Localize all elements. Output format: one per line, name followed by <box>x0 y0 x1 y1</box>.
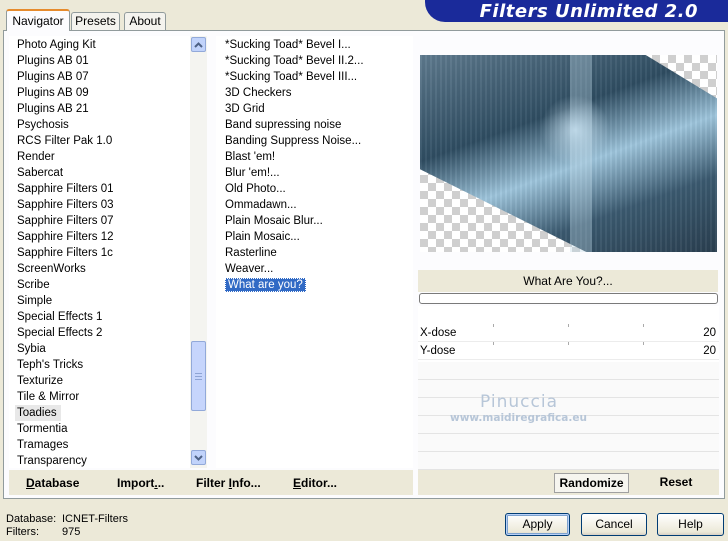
category-item[interactable]: Tramages <box>15 437 190 453</box>
scroll-up-button[interactable] <box>191 37 206 52</box>
category-item[interactable]: Psychosis <box>15 117 190 133</box>
param-name: Y-dose <box>420 345 456 357</box>
category-item[interactable]: Texturize <box>15 373 190 389</box>
category-item[interactable]: Special Effects 1 <box>15 309 190 325</box>
filter-item[interactable]: Banding Suppress Noise... <box>223 133 413 149</box>
category-item[interactable]: Sybia <box>15 341 190 357</box>
param-value: 20 <box>703 345 716 357</box>
filter-item[interactable]: Blur 'em!... <box>223 165 413 181</box>
filter-preview <box>420 55 717 252</box>
param-row-x-dose[interactable]: X-dose 20 <box>418 324 719 342</box>
filter-name-label: What Are You?... <box>418 270 718 292</box>
filter-item[interactable]: Old Photo... <box>223 181 413 197</box>
category-item[interactable]: Tile & Mirror <box>15 389 190 405</box>
category-item[interactable]: Plugins AB 07 <box>15 69 190 85</box>
randomize-button[interactable]: Randomize <box>554 473 629 493</box>
database-button[interactable]: Database <box>26 476 79 490</box>
scroll-down-button[interactable] <box>191 450 206 465</box>
category-item[interactable]: Special Effects 2 <box>15 325 190 341</box>
status-database: Database: ICNET-Filters <box>6 513 128 525</box>
param-value: 20 <box>703 327 716 339</box>
param-name: X-dose <box>420 327 457 339</box>
category-item[interactable]: Photo Aging Kit <box>15 37 190 53</box>
category-item[interactable]: Plugins AB 01 <box>15 53 190 69</box>
category-item[interactable]: Scribe <box>15 277 190 293</box>
filter-item[interactable]: Plain Mosaic Blur... <box>223 213 413 229</box>
tab-presets[interactable]: Presets <box>71 12 120 30</box>
chevron-up-icon <box>194 41 203 48</box>
filter-item[interactable]: 3D Grid <box>223 101 413 117</box>
category-item[interactable]: Sapphire Filters 1c <box>15 245 190 261</box>
filter-item[interactable]: *Sucking Toad* Bevel II.2... <box>223 53 413 69</box>
filter-item[interactable]: Ommadawn... <box>223 197 413 213</box>
category-item[interactable]: RCS Filter Pak 1.0 <box>15 133 190 149</box>
category-item[interactable]: Teph's Tricks <box>15 357 190 373</box>
help-button[interactable]: Help <box>657 513 724 536</box>
editor-button[interactable]: Editor... <box>293 476 337 490</box>
filter-list[interactable]: *Sucking Toad* Bevel I... *Sucking Toad* … <box>216 36 413 468</box>
category-item[interactable]: Tormentia <box>15 421 190 437</box>
category-item[interactable]: Sapphire Filters 12 <box>15 229 190 245</box>
filter-item[interactable]: Weaver... <box>223 261 413 277</box>
filter-item[interactable]: *Sucking Toad* Bevel I... <box>223 37 413 53</box>
cancel-button[interactable]: Cancel <box>581 513 647 536</box>
filter-info-button[interactable]: Filter Info... <box>196 476 261 490</box>
category-item[interactable]: Toadies <box>15 405 190 421</box>
watermark-url: www.maidiregrafica.eu <box>450 412 587 424</box>
category-scrollbar[interactable] <box>189 36 207 468</box>
scroll-thumb[interactable] <box>191 341 206 411</box>
chevron-down-icon <box>194 454 203 461</box>
tab-navigator[interactable]: Navigator <box>6 9 70 31</box>
import-button[interactable]: Import... <box>117 476 164 490</box>
category-item[interactable]: Simple <box>15 293 190 309</box>
watermark-name: Pinuccia <box>480 392 558 412</box>
category-item[interactable]: Plugins AB 21 <box>15 101 190 117</box>
reset-button[interactable]: Reset <box>650 473 702 493</box>
category-list[interactable]: Photo Aging Kit Plugins AB 01 Plugins AB 0… <box>9 36 190 468</box>
category-item[interactable]: Sabercat <box>15 165 190 181</box>
app-banner: Filters Unlimited 2.0 <box>425 0 728 22</box>
app-title: Filters Unlimited 2.0 <box>479 1 698 22</box>
category-item[interactable]: Render <box>15 149 190 165</box>
filter-item[interactable]: 3D Checkers <box>223 85 413 101</box>
progress-bar <box>419 293 718 304</box>
category-item[interactable]: Sapphire Filters 03 <box>15 197 190 213</box>
category-item[interactable]: Plugins AB 09 <box>15 85 190 101</box>
status-filters: Filters: 975 <box>6 526 81 538</box>
filter-item[interactable]: *Sucking Toad* Bevel III... <box>223 69 413 85</box>
filter-item[interactable]: Band supressing noise <box>223 117 413 133</box>
filter-item[interactable]: What are you? <box>223 277 413 293</box>
category-item[interactable]: ScreenWorks <box>15 261 190 277</box>
category-item[interactable]: Transparency <box>15 453 190 468</box>
filter-item[interactable]: Rasterline <box>223 245 413 261</box>
param-row-y-dose[interactable]: Y-dose 20 <box>418 342 719 360</box>
category-item[interactable]: Sapphire Filters 01 <box>15 181 190 197</box>
filter-item[interactable]: Blast 'em! <box>223 149 413 165</box>
apply-button[interactable]: Apply <box>505 513 570 536</box>
tab-about[interactable]: About <box>124 12 166 30</box>
category-item[interactable]: Sapphire Filters 07 <box>15 213 190 229</box>
parameter-grid: X-dose 20 Y-dose 20 <box>418 306 719 470</box>
filter-item[interactable]: Plain Mosaic... <box>223 229 413 245</box>
